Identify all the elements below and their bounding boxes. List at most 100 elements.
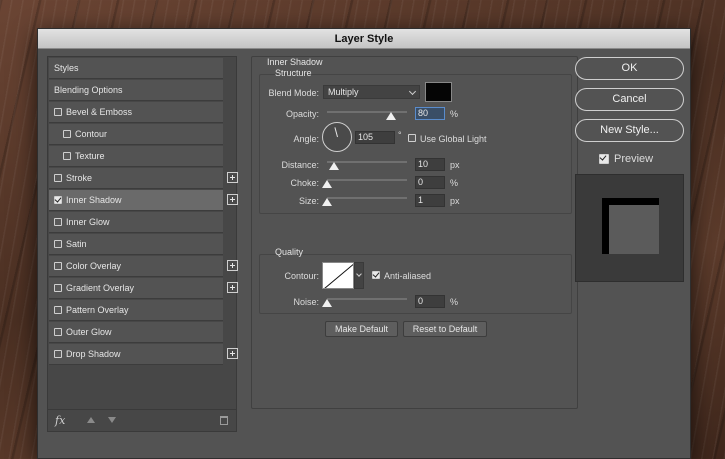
ok-button[interactable]: OK	[575, 57, 684, 80]
style-item-inner-glow[interactable]: Inner Glow	[49, 212, 223, 233]
reset-default-button[interactable]: Reset to Default	[403, 321, 487, 337]
drop-shadow-checkbox[interactable]	[54, 350, 62, 358]
choke-input[interactable]: 0	[415, 176, 445, 189]
contour-preview[interactable]	[322, 262, 354, 289]
outer-glow-checkbox[interactable]	[54, 328, 62, 336]
opacity-slider-thumb[interactable]	[386, 112, 396, 120]
anti-aliased-checkbox[interactable]	[372, 271, 380, 279]
blending-options[interactable]: Blending Options	[49, 80, 223, 101]
style-item-bevel-emboss[interactable]: Bevel & Emboss	[49, 102, 223, 123]
inner-glow-checkbox[interactable]	[54, 218, 62, 226]
contour-checkbox[interactable]	[63, 130, 71, 138]
trash-icon[interactable]	[220, 416, 228, 425]
color-overlay-add-icon[interactable]	[227, 260, 238, 271]
inner-shadow-add-icon[interactable]	[227, 194, 238, 205]
angle-dial[interactable]	[322, 122, 352, 152]
stroke-label: Stroke	[66, 173, 93, 183]
preview-checkbox[interactable]	[599, 154, 609, 164]
contour-dropdown[interactable]	[354, 262, 364, 289]
gradient-overlay-checkbox[interactable]	[54, 284, 62, 292]
drop-shadow-label: Drop Shadow	[66, 349, 121, 359]
bevel-emboss-label: Bevel & Emboss	[66, 107, 133, 117]
size-label: Size:	[298, 196, 319, 206]
satin-label: Satin	[66, 239, 87, 249]
styles-header[interactable]: Styles	[49, 58, 223, 79]
texture-checkbox[interactable]	[63, 152, 71, 160]
drop-shadow-add-icon[interactable]	[227, 348, 238, 359]
dialog-title: Layer Style	[38, 29, 690, 49]
inner-shadow-panel: Inner Shadow Structure Blend Mode: Multi…	[251, 56, 578, 409]
size-slider-track[interactable]	[327, 197, 407, 199]
move-down-icon[interactable]	[108, 417, 116, 423]
make-default-button[interactable]: Make Default	[325, 321, 398, 337]
angle-input[interactable]: 105	[355, 131, 395, 144]
style-item-outer-glow[interactable]: Outer Glow	[49, 322, 223, 343]
opacity-unit: %	[450, 109, 459, 119]
style-item-color-overlay[interactable]: Color Overlay	[49, 256, 238, 277]
style-item-stroke[interactable]: Stroke	[49, 168, 238, 189]
quality-title: Quality	[275, 247, 304, 257]
blending-options-label: Blending Options	[54, 85, 123, 95]
angle-unit: °	[398, 130, 402, 140]
use-global-light-checkbox[interactable]	[408, 134, 416, 142]
cancel-button[interactable]: Cancel	[575, 88, 684, 111]
style-item-drop-shadow[interactable]: Drop Shadow	[49, 344, 238, 365]
distance-input[interactable]: 10	[415, 158, 445, 171]
layer-style-dialog: Layer Style Styles Blending Options Beve…	[37, 28, 691, 459]
choke-slider-track[interactable]	[327, 179, 407, 181]
texture-label: Texture	[75, 151, 105, 161]
contour-field-label: Contour:	[284, 271, 319, 281]
bevel-emboss-checkbox[interactable]	[54, 108, 62, 116]
choke-unit: %	[450, 178, 459, 188]
inner-shadow-checkbox[interactable]	[54, 196, 62, 204]
style-item-contour[interactable]: Contour	[49, 124, 223, 145]
noise-input[interactable]: 0	[415, 295, 445, 308]
new-style-button[interactable]: New Style...	[575, 119, 684, 142]
angle-label: Angle:	[293, 134, 319, 144]
preview-shadow-top	[602, 198, 659, 205]
noise-slider-thumb[interactable]	[322, 299, 332, 307]
opacity-label: Opacity:	[285, 109, 319, 119]
choke-slider-thumb[interactable]	[322, 180, 332, 188]
pattern-overlay-checkbox[interactable]	[54, 306, 62, 314]
outer-glow-label: Outer Glow	[66, 327, 112, 337]
blend-mode-value: Multiply	[328, 87, 359, 97]
use-global-light-label: Use Global Light	[420, 134, 487, 144]
style-item-satin[interactable]: Satin	[49, 234, 223, 255]
distance-slider-thumb[interactable]	[329, 162, 339, 170]
satin-checkbox[interactable]	[54, 240, 62, 248]
size-unit: px	[450, 196, 460, 206]
fx-icon[interactable]: fx	[55, 414, 65, 427]
contour-label: Contour	[75, 129, 108, 139]
opacity-input[interactable]: 80	[415, 107, 445, 120]
preview-label: Preview	[614, 153, 654, 165]
shadow-color-swatch[interactable]	[425, 82, 452, 102]
style-item-texture[interactable]: Texture	[49, 146, 223, 167]
choke-label: Choke:	[290, 178, 319, 188]
styles-list: Styles Blending Options Bevel & Emboss C…	[47, 56, 238, 410]
distance-slider-track[interactable]	[327, 161, 407, 163]
style-item-pattern-overlay[interactable]: Pattern Overlay	[49, 300, 223, 321]
inner-shadow-label: Inner Shadow	[66, 195, 122, 205]
styles-header-label: Styles	[54, 63, 79, 73]
stroke-checkbox[interactable]	[54, 174, 62, 182]
stroke-add-icon[interactable]	[227, 172, 238, 183]
color-overlay-checkbox[interactable]	[54, 262, 62, 270]
styles-footer: fx	[47, 410, 237, 432]
style-preview	[575, 174, 684, 282]
move-up-icon[interactable]	[87, 417, 95, 423]
distance-unit: px	[450, 160, 460, 170]
anti-aliased-label: Anti-aliased	[384, 271, 432, 281]
gradient-overlay-add-icon[interactable]	[227, 282, 238, 293]
pattern-overlay-label: Pattern Overlay	[66, 305, 129, 315]
noise-unit: %	[450, 297, 459, 307]
style-item-inner-shadow[interactable]: Inner Shadow	[49, 190, 238, 211]
inner-glow-label: Inner Glow	[66, 217, 110, 227]
size-slider-thumb[interactable]	[322, 198, 332, 206]
noise-slider-track[interactable]	[327, 298, 407, 300]
style-item-gradient-overlay[interactable]: Gradient Overlay	[49, 278, 238, 299]
blend-mode-label: Blend Mode:	[268, 88, 319, 98]
distance-label: Distance:	[281, 160, 319, 170]
size-input[interactable]: 1	[415, 194, 445, 207]
blend-mode-select[interactable]: Multiply	[323, 85, 420, 99]
